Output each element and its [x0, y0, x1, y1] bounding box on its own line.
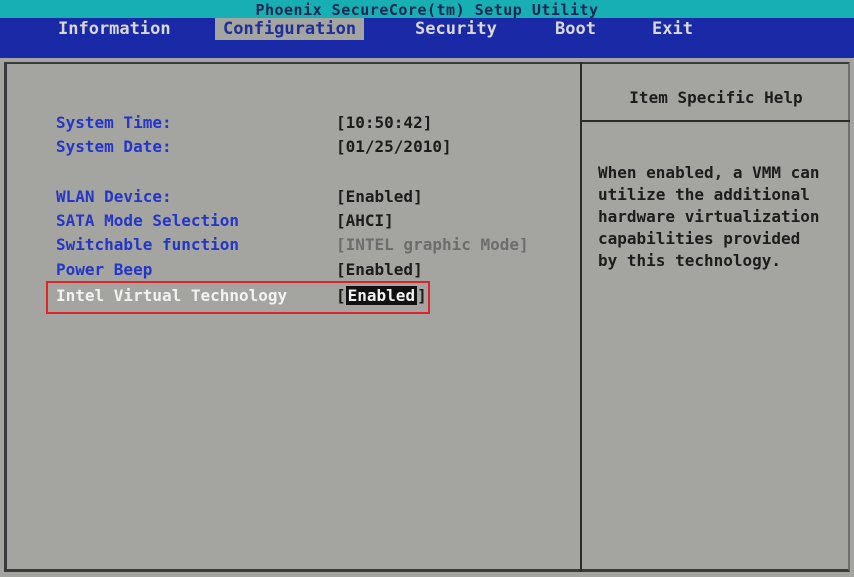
help-divider — [582, 120, 850, 122]
system-date-label: System Date: — [56, 137, 172, 156]
sata-mode-label: SATA Mode Selection — [56, 211, 240, 230]
menu-security[interactable]: Security — [407, 18, 505, 40]
highlight-annotation-box — [46, 281, 430, 314]
menu-exit[interactable]: Exit — [644, 18, 701, 40]
help-text: When enabled, a VMM can utilize the addi… — [598, 163, 820, 270]
system-time-value[interactable]: [10:50:42] — [336, 113, 432, 132]
power-beep-label: Power Beep — [56, 260, 153, 279]
panel-divider — [580, 62, 582, 572]
system-time-label: System Time: — [56, 113, 172, 132]
menu-bar: Information Configuration Security Boot … — [0, 18, 854, 60]
wlan-device-value[interactable]: [Enabled] — [336, 187, 423, 206]
sata-mode-value[interactable]: [AHCI] — [336, 211, 394, 230]
switchable-function-value: [INTEL graphic Mode] — [336, 235, 529, 254]
switchable-function-label: Switchable function — [56, 235, 240, 254]
menu-boot[interactable]: Boot — [547, 18, 604, 40]
title-bar: Phoenix SecureCore(tm) Setup Utility — [0, 0, 854, 19]
menu-information[interactable]: Information — [50, 18, 179, 40]
power-beep-value[interactable]: [Enabled] — [336, 260, 423, 279]
app-title: Phoenix SecureCore(tm) Setup Utility — [255, 1, 599, 19]
system-date-value[interactable]: [01/25/2010] — [336, 137, 452, 156]
help-title: Item Specific Help — [629, 88, 803, 107]
menu-separator — [0, 58, 854, 60]
menu-configuration[interactable]: Configuration — [215, 18, 365, 40]
wlan-device-label: WLAN Device: — [56, 187, 172, 206]
